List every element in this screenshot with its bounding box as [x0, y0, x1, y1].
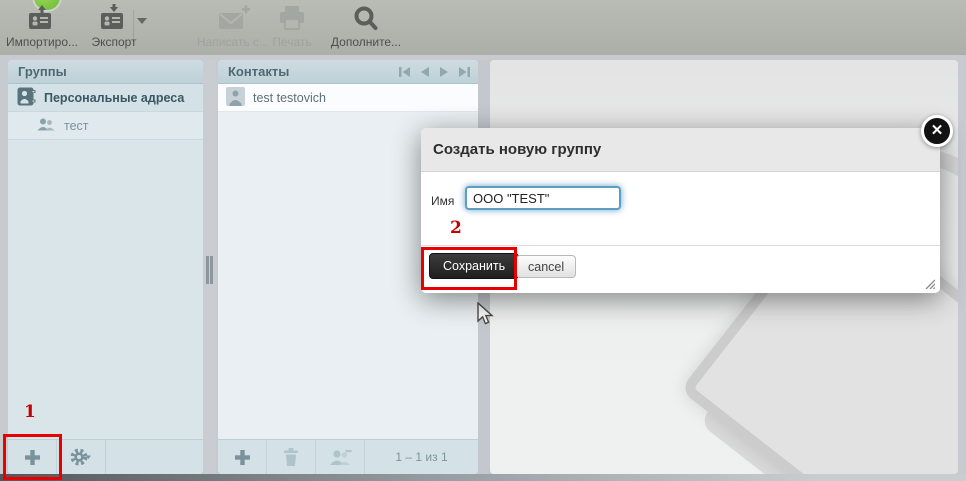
group-item-label: тест: [64, 118, 89, 133]
group-item-test[interactable]: тест: [8, 112, 203, 140]
toolbar-separator: [133, 10, 134, 42]
splitter-grip-icon[interactable]: [206, 256, 213, 284]
cancel-button[interactable]: cancel: [516, 255, 577, 278]
contacts-panel-footer: 1 – 1 из 1: [218, 439, 478, 474]
print-icon: [266, 4, 318, 34]
address-book-icon: [17, 87, 36, 109]
contact-group-icon: [36, 117, 56, 135]
last-page-icon[interactable]: [459, 66, 470, 77]
group-item-label: Персональные адреса: [44, 90, 185, 105]
group-name-input[interactable]: [465, 186, 621, 210]
annotation-step2-number: 2: [450, 218, 462, 238]
compose-message-button[interactable]: Написать с...: [194, 4, 272, 52]
trash-icon: [284, 448, 298, 466]
groups-panel-header: Группы: [8, 60, 203, 84]
print-button[interactable]: Печать: [266, 4, 318, 52]
export-dropdown-caret-icon[interactable]: [137, 18, 147, 24]
person-remove-icon: [330, 449, 352, 465]
close-icon: ✕: [930, 122, 944, 139]
gear-icon: [70, 448, 91, 466]
contact-avatar-icon: [226, 86, 245, 109]
toolbar: Импортиро... Экспорт Написать с... Печат…: [0, 0, 966, 55]
import-contacts-label: Импортиро...: [5, 35, 78, 49]
plus-icon: [234, 449, 250, 465]
import-contacts-button[interactable]: Импортиро...: [4, 4, 80, 52]
annotation-step2-box: [421, 247, 517, 290]
dialog-divider: [421, 245, 940, 246]
first-page-icon[interactable]: [399, 66, 410, 77]
prev-page-icon[interactable]: [421, 66, 429, 77]
annotation-step1-box: [3, 434, 62, 480]
advanced-search-label: Дополните...: [330, 35, 402, 49]
remove-from-group-button[interactable]: [316, 440, 365, 474]
create-group-dialog: Создать новую группу Имя Сохранить cance…: [421, 115, 953, 293]
add-contact-button[interactable]: [218, 440, 267, 474]
advanced-search-icon: [322, 4, 410, 34]
groups-contacts-splitter[interactable]: [203, 60, 216, 474]
compose-message-label: Написать с...: [196, 35, 270, 49]
dialog-title: Создать новую группу: [421, 128, 940, 172]
contacts-count: 1 – 1 из 1: [395, 450, 448, 464]
window-bottom-edge: [0, 474, 966, 481]
contact-row[interactable]: test testovich: [218, 84, 478, 112]
contact-name: test testovich: [253, 90, 326, 105]
group-name-label: Имя: [431, 194, 455, 208]
close-dialog-button[interactable]: ✕: [921, 115, 953, 147]
contacts-panel-title: Контакты: [228, 64, 290, 79]
advanced-search-button[interactable]: Дополните...: [322, 4, 410, 52]
group-item-personal-addresses[interactable]: Персональные адреса: [8, 84, 203, 112]
contacts-panel-header: Контакты: [218, 60, 478, 84]
next-page-icon[interactable]: [440, 66, 448, 77]
import-contacts-icon: [4, 4, 80, 34]
groups-panel-title: Группы: [18, 64, 67, 79]
groups-panel: Группы Персональные адреса тест: [8, 60, 203, 474]
dialog-resize-handle[interactable]: [922, 276, 936, 290]
delete-contact-button[interactable]: [267, 440, 316, 474]
groups-settings-button[interactable]: [57, 440, 106, 474]
compose-message-icon: [194, 4, 272, 34]
annotation-step1-number: 1: [24, 402, 36, 422]
print-label: Печать: [272, 35, 312, 49]
mouse-cursor-icon: [477, 301, 495, 333]
